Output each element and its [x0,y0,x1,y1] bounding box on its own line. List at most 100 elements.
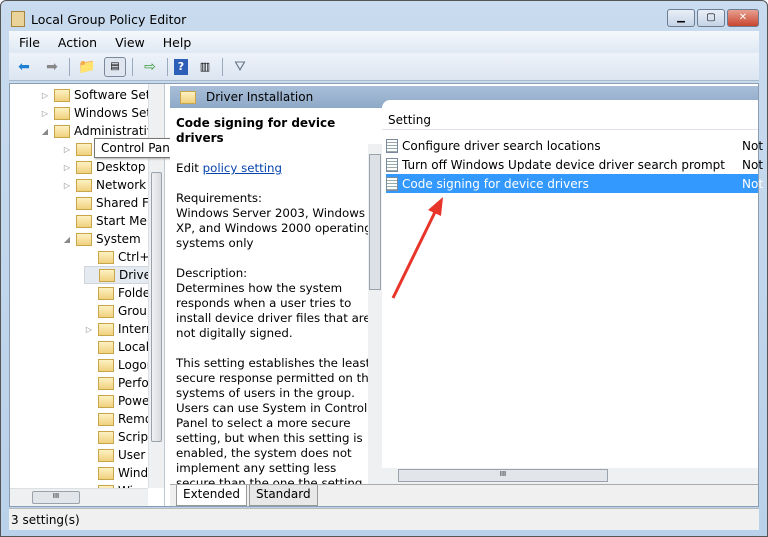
forward-icon[interactable]: ➡ [41,57,63,77]
policy-title: Code signing for device drivers [176,116,336,145]
policy-setting-icon [386,157,398,172]
tree-item-label: System [96,232,141,246]
show-hide-tree-icon[interactable]: ▤ [104,56,126,77]
status-bar: 3 setting(s) [9,508,759,530]
folder-icon [54,88,70,102]
folder-icon [98,466,114,480]
node-title: Driver Installation [206,90,314,104]
menu-view[interactable]: View [115,35,145,50]
tree-item[interactable]: Folder [84,284,155,302]
window: Local Group Policy Editor ▁ ▢ ✕ File Act… [0,0,768,537]
help-icon[interactable]: ? [174,58,188,75]
list-row[interactable]: Code signing for device drivers Not [386,174,763,193]
tree-item[interactable]: Shared Fol [62,194,159,212]
folder-icon [99,268,115,282]
extended-description-pane: Code signing for device drivers Edit pol… [170,108,382,484]
up-folder-icon[interactable]: 📁 [76,57,98,77]
tree-item[interactable]: ▷ Desktop [62,158,146,176]
tree-item[interactable]: Locale [84,338,156,356]
view-tabs: Extended Standard [170,484,758,506]
folder-icon [54,124,70,138]
menu-file[interactable]: File [19,35,40,50]
app-icon [11,11,25,27]
expander-icon[interactable]: ▷ [62,181,72,190]
folder-icon [98,358,114,372]
description-more: This setting establishes the least secur… [176,356,377,484]
tree-horizontal-scrollbar[interactable]: III [10,488,148,506]
tree-item[interactable]: Group [84,302,155,320]
folder-icon [76,196,92,210]
expander-icon[interactable]: ▷ [40,109,50,118]
setting-name: Turn off Windows Update device driver se… [402,157,725,172]
show-action-pane-icon[interactable]: ▥ [194,57,216,77]
tree-item-label: Software Setti [74,88,159,102]
setting-name: Code signing for device drivers [402,176,589,191]
expander-icon[interactable]: ◢ [40,127,50,136]
close-button[interactable]: ✕ [727,9,759,27]
folder-icon [76,178,92,192]
folder-icon [98,448,114,462]
description-label: Description: [176,266,248,280]
folder-icon [98,376,114,390]
folder-icon [180,90,196,104]
edit-policy-link[interactable]: policy setting [203,161,282,175]
folder-icon [98,394,114,408]
folder-icon [98,250,114,264]
menu-action[interactable]: Action [58,35,97,50]
tree-item[interactable]: Ctrl+A [84,248,158,266]
edit-label: Edit [176,161,203,175]
minimize-button[interactable]: ▁ [667,9,695,27]
requirements-label: Requirements: [176,191,262,205]
setting-state: Not [742,157,764,172]
folder-icon [76,214,92,228]
tree-item[interactable]: Logon [84,356,154,374]
folder-icon [76,232,92,246]
column-header-setting[interactable]: Setting [382,110,758,130]
policy-setting-icon [386,176,398,191]
list-row[interactable]: Turn off Windows Update device driver se… [386,155,763,174]
expander-icon[interactable]: ▷ [62,163,72,172]
folder-icon [76,142,92,156]
setting-state: Not [742,138,764,153]
expander-icon[interactable]: ▷ [84,325,94,334]
tree-item-label: Desktop [96,160,146,174]
menu-bar: File Action View Help [9,31,759,53]
list-horizontal-scrollbar[interactable]: III [382,468,758,484]
tree-item-label: Network [96,178,147,192]
folder-icon [98,340,114,354]
expander-icon[interactable]: ▷ [62,145,72,154]
filter-icon[interactable]: ⛛ [229,57,251,77]
tree-item[interactable]: ▷ [62,140,96,158]
back-icon[interactable]: ⬅ [13,57,35,77]
title-bar: Local Group Policy Editor [11,9,186,29]
folder-icon [98,286,114,300]
folder-icon [98,412,114,426]
menu-help[interactable]: Help [163,35,192,50]
settings-list: Setting Configure driver search location… [382,100,763,484]
export-list-icon[interactable]: ⇨ [139,57,161,77]
setting-name: Configure driver search locations [402,138,601,153]
folder-icon [98,304,114,318]
requirements-text: Windows Server 2003, Windows XP, and Win… [176,206,372,250]
expander-icon[interactable]: ◢ [62,235,72,244]
list-row[interactable]: Configure driver search locations Not [386,136,763,155]
folder-icon [76,160,92,174]
description-text: Determines how the system responds when … [176,281,371,340]
maximize-button[interactable]: ▢ [697,9,725,27]
tree-item[interactable]: ◢ System [62,230,141,248]
window-title: Local Group Policy Editor [31,11,187,27]
tree-item[interactable]: Windo [84,464,156,482]
tab-extended[interactable]: Extended [176,485,247,506]
expander-icon[interactable]: ▷ [40,91,50,100]
toolbar: ⬅ ➡ 📁 ▤ ⇨ ? ▥ ⛛ [9,53,759,81]
tree-item[interactable]: ▷ Windows Sett [40,104,156,122]
tree-item[interactable]: Power [84,392,154,410]
folder-icon [98,430,114,444]
tree-item[interactable]: ▷ Network [62,176,146,194]
tree-item-label: Windows Sett [74,106,156,120]
folder-icon [98,322,114,336]
policy-setting-icon [386,138,398,153]
tree-item[interactable]: ▷ Software Setti [40,86,159,104]
tab-standard[interactable]: Standard [249,485,318,506]
description-scrollbar[interactable] [368,144,382,484]
